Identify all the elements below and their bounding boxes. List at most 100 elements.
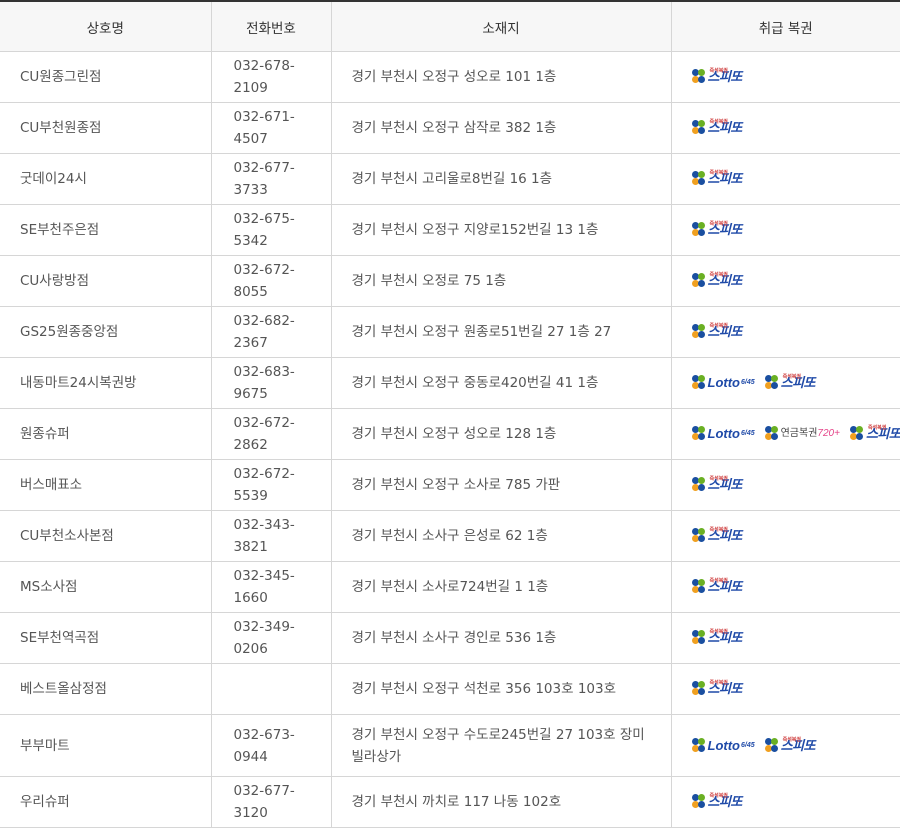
table-row: 버스매표소 032-672-5539 경기 부천시 오정구 소사로 785 가판 즉석… <box>0 459 900 511</box>
table-row: CU부천소사본점 032-343-3821 경기 부천시 소사구 은성로 62 1층… <box>0 510 900 562</box>
lottery-logos: 즉석복권 스피또 <box>691 525 881 547</box>
table-row: MS소사점 032-345-1660 경기 부천시 소사로724번길 1 1층 즉석복… <box>0 561 900 613</box>
pension720-logo: 연금복권720+ <box>764 423 840 445</box>
store-name: CU사랑방점 <box>0 255 212 307</box>
header-lottery-types: 취급 복권 <box>671 1 900 52</box>
store-address: 경기 부천시 까치로 117 나동 102호 <box>331 776 672 828</box>
lottery-store-table: 상호명 전화번호 소재지 취급 복권 CU원종그린점 032-678-2109 경기… <box>0 0 900 828</box>
store-address: 경기 부천시 오정구 성오로 128 1층 <box>331 408 672 460</box>
store-name: 내동마트24시복권방 <box>0 357 212 409</box>
clover-icon <box>691 794 706 810</box>
clover-icon <box>691 375 706 391</box>
clover-icon <box>691 737 706 754</box>
speetto-logo: 즉석복권 스피또 <box>691 270 742 292</box>
store-name: 베스트올삼정점 <box>0 663 212 715</box>
lottery-logos-cell: Lotto 6/45 즉석복권 스피또 <box>671 357 900 409</box>
speetto-logo: 즉석복권 스피또 <box>691 474 742 496</box>
lotto645-logo: Lotto 6/45 <box>691 735 755 757</box>
store-phone: 032-677-3733 <box>211 153 332 205</box>
lottery-logos-cell: 즉석복권 스피또 <box>671 663 900 715</box>
lottery-logos: 즉석복권 스피또 <box>691 678 881 700</box>
speetto-logo: 즉석복권 스피또 <box>691 321 742 343</box>
lottery-logos-cell: 즉석복권 스피또 <box>671 776 900 828</box>
table-row: GS25원종중앙점 032-682-2367 경기 부천시 오정구 원종로51번길 … <box>0 306 900 358</box>
header-phone: 전화번호 <box>211 1 332 52</box>
store-address: 경기 부천시 오정구 지양로152번길 13 1층 <box>331 204 672 256</box>
store-name: CU부천원종점 <box>0 102 212 154</box>
speetto-logo: 즉석복권 스피또 <box>691 117 742 139</box>
header-address: 소재지 <box>331 1 672 52</box>
speetto-logo: 즉석복권 스피또 <box>691 219 742 241</box>
lottery-logos: 즉석복권 스피또 <box>691 270 881 292</box>
lottery-logos-cell: 즉석복권 스피또 <box>671 612 900 664</box>
clover-icon <box>691 222 706 238</box>
lottery-logos: 즉석복권 스피또 <box>691 168 881 190</box>
table-row: 베스트올삼정점 경기 부천시 오정구 석천로 356 103호 103호 즉석복권 스… <box>0 663 900 715</box>
table-row: CU사랑방점 032-672-8055 경기 부천시 오정로 75 1층 즉석복권 스피… <box>0 255 900 307</box>
clover-icon <box>691 579 706 595</box>
store-address: 경기 부천시 오정구 원종로51번길 27 1층 27 <box>331 306 672 358</box>
speetto-logo: 즉석복권 스피또 <box>691 678 742 700</box>
header-store-name: 상호명 <box>0 1 212 52</box>
store-address: 경기 부천시 소사구 경인로 536 1층 <box>331 612 672 664</box>
speetto-logo: 즉석복권 스피또 <box>691 168 742 190</box>
lottery-logos-cell: 즉석복권 스피또 <box>671 153 900 205</box>
store-phone: 032-671-4507 <box>211 102 332 154</box>
store-address: 경기 부천시 오정구 소사로 785 가판 <box>331 459 672 511</box>
lottery-logos-cell: 즉석복권 스피또 <box>671 51 900 103</box>
speetto-logo: 즉석복권 스피또 <box>691 576 742 598</box>
speetto-logo: 즉석복권 스피또 <box>691 627 742 649</box>
store-address: 경기 부천시 오정구 석천로 356 103호 103호 <box>331 663 672 715</box>
store-phone: 032-675-5342 <box>211 204 332 256</box>
store-name: CU원종그린점 <box>0 51 212 103</box>
store-phone: 032-349-0206 <box>211 612 332 664</box>
lottery-logos: 즉석복권 스피또 <box>691 576 881 598</box>
store-phone: 032-672-8055 <box>211 255 332 307</box>
store-address: 경기 부천시 오정구 중동로420번길 41 1층 <box>331 357 672 409</box>
store-name: 원종슈퍼 <box>0 408 212 460</box>
lottery-logos-cell: 즉석복권 스피또 <box>671 204 900 256</box>
store-phone: 032-343-3821 <box>211 510 332 562</box>
lottery-logos: 즉석복권 스피또 <box>691 66 881 88</box>
store-phone: 032-682-2367 <box>211 306 332 358</box>
table-row: CU원종그린점 032-678-2109 경기 부천시 오정구 성오로 101 1층… <box>0 51 900 103</box>
lottery-logos-cell: Lotto 6/45 연금복권720+ 즉석복권 스피또 <box>671 408 900 460</box>
table-row: SE부천역곡점 032-349-0206 경기 부천시 소사구 경인로 536 1층… <box>0 612 900 664</box>
lottery-logos-cell: 즉석복권 스피또 <box>671 306 900 358</box>
store-address: 경기 부천시 오정구 삼작로 382 1층 <box>331 102 672 154</box>
clover-icon <box>691 426 706 442</box>
clover-icon <box>849 426 864 442</box>
lottery-logos: 즉석복권 스피또 <box>691 117 881 139</box>
lottery-logos: Lotto 6/45 연금복권720+ 즉석복권 스피또 <box>691 423 900 445</box>
clover-icon <box>691 477 706 493</box>
table-row: 우리슈퍼 032-677-3120 경기 부천시 까치로 117 나동 102호 즉석… <box>0 776 900 828</box>
store-address: 경기 부천시 오정구 수도로245번길 27 103호 장미빌라상가 <box>331 714 672 777</box>
store-name: CU부천소사본점 <box>0 510 212 562</box>
lottery-logos-cell: 즉석복권 스피또 <box>671 459 900 511</box>
store-name: 부부마트 <box>0 714 212 777</box>
clover-icon <box>764 426 779 442</box>
lottery-logos: 즉석복권 스피또 <box>691 321 881 343</box>
table-row: 원종슈퍼 032-672-2862 경기 부천시 오정구 성오로 128 1층 Lot… <box>0 408 900 460</box>
store-address: 경기 부천시 오정구 성오로 101 1층 <box>331 51 672 103</box>
clover-icon <box>764 375 779 391</box>
lottery-logos: 즉석복권 스피또 <box>691 627 881 649</box>
store-name: 우리슈퍼 <box>0 776 212 828</box>
store-address: 경기 부천시 고리울로8번길 16 1층 <box>331 153 672 205</box>
clover-icon <box>691 120 706 136</box>
clover-icon <box>764 737 779 754</box>
lottery-logos-cell: Lotto 6/45 즉석복권 스피또 <box>671 714 900 777</box>
speetto-logo: 즉석복권 스피또 <box>764 372 816 394</box>
store-phone: 032-345-1660 <box>211 561 332 613</box>
lottery-logos: Lotto 6/45 즉석복권 스피또 <box>691 735 881 757</box>
store-name: MS소사점 <box>0 561 212 613</box>
lottery-logos-cell: 즉석복권 스피또 <box>671 510 900 562</box>
clover-icon <box>691 528 706 544</box>
store-phone: 032-672-5539 <box>211 459 332 511</box>
store-name: GS25원종중앙점 <box>0 306 212 358</box>
store-name: SE부천역곡점 <box>0 612 212 664</box>
clover-icon <box>691 171 706 187</box>
clover-icon <box>691 324 706 340</box>
speetto-logo: 즉석복권 스피또 <box>691 525 742 547</box>
store-name: 버스매표소 <box>0 459 212 511</box>
